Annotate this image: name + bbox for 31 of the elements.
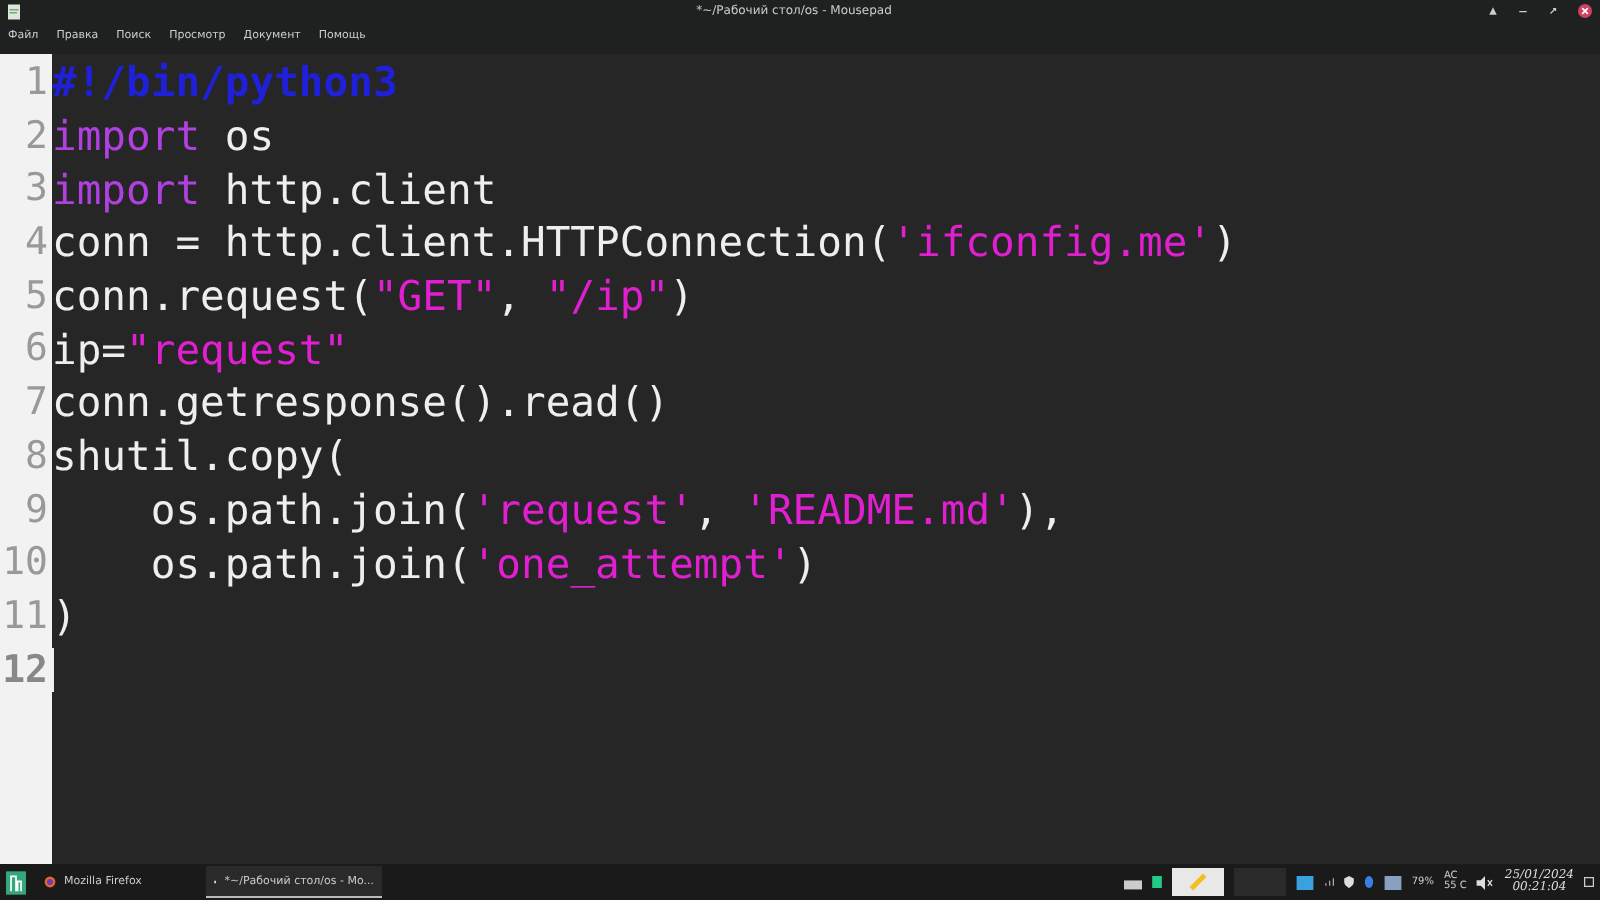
- minimize-icon[interactable]: [1518, 6, 1529, 16]
- drive-icon[interactable]: [1123, 875, 1142, 889]
- code-line: conn.request("GET", "/ip"): [52, 272, 694, 321]
- menu-logo-icon[interactable]: [6, 869, 26, 895]
- screen-icon[interactable]: [1295, 875, 1314, 889]
- editor-area[interactable]: [0, 48, 1600, 864]
- code-line: conn.getresponse().read(): [52, 378, 670, 427]
- show-desktop-icon[interactable]: [1584, 876, 1594, 888]
- text-cursor: [52, 647, 54, 692]
- shield-icon[interactable]: [1343, 876, 1354, 888]
- app-icon: [8, 3, 20, 19]
- muted-speaker-icon[interactable]: [1476, 875, 1495, 889]
- code-line: #!/bin/python3: [52, 58, 398, 107]
- close-icon[interactable]: [1578, 4, 1593, 18]
- code-line: import os: [52, 112, 275, 161]
- shade-icon[interactable]: [1488, 6, 1499, 16]
- code-line: os.path.join('request', 'README.md'),: [148, 485, 1065, 534]
- code-line: os.path.join('one_attempt'): [148, 539, 818, 588]
- clipboard-icon[interactable]: [1151, 876, 1162, 888]
- code-line: ip="request": [52, 325, 349, 374]
- code-line: ): [52, 592, 77, 641]
- pencil-icon: [1187, 872, 1208, 892]
- code-line: conn = http.client.HTTPConnection('ifconfig.me'): [52, 218, 1237, 267]
- signal-icon[interactable]: [1323, 876, 1334, 888]
- globe-icon: [44, 875, 56, 887]
- code-line: import http.client: [52, 165, 497, 214]
- workspace-switcher[interactable]: [1171, 868, 1224, 896]
- network-icon[interactable]: [1383, 875, 1402, 889]
- code-line: shutil.copy(: [52, 432, 349, 481]
- bluetooth-icon[interactable]: [1363, 876, 1374, 888]
- maximize-icon[interactable]: [1548, 6, 1559, 16]
